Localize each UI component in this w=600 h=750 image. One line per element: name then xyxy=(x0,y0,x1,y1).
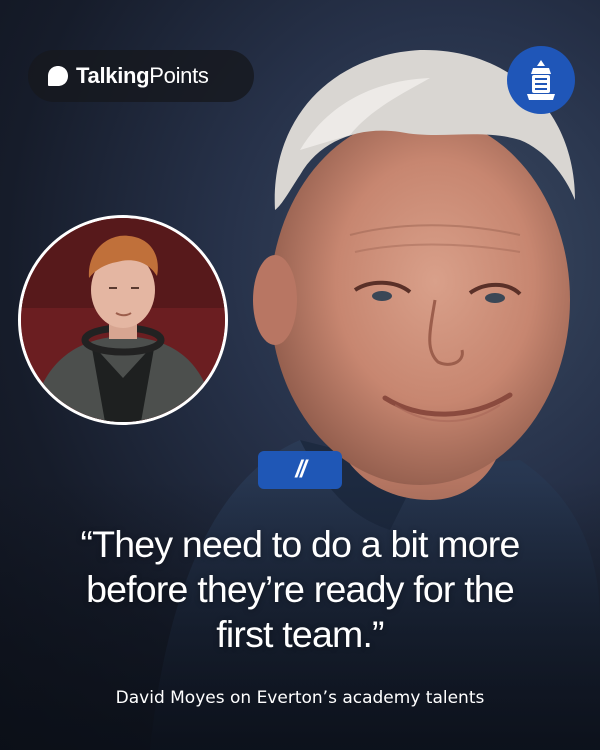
quote-line: first team.” xyxy=(216,613,384,655)
quote-line: before they’re ready for the xyxy=(86,568,515,610)
talkingpoints-logo-icon xyxy=(48,66,68,86)
quote-line: “They need to do a bit more xyxy=(80,523,520,565)
quote-mark-badge: // xyxy=(258,451,342,489)
club-crest-icon xyxy=(507,46,575,114)
brand-pill: TalkingPoints xyxy=(28,50,254,102)
pull-quote: “They need to do a bit more before they’… xyxy=(20,522,580,657)
quote-attribution: David Moyes on Everton’s academy talents xyxy=(115,688,485,708)
graphic-canvas: TalkingPoints // “They need to do a bit … xyxy=(0,0,600,750)
brand-name: TalkingPoints xyxy=(76,63,209,88)
young-player-photo xyxy=(18,215,228,425)
